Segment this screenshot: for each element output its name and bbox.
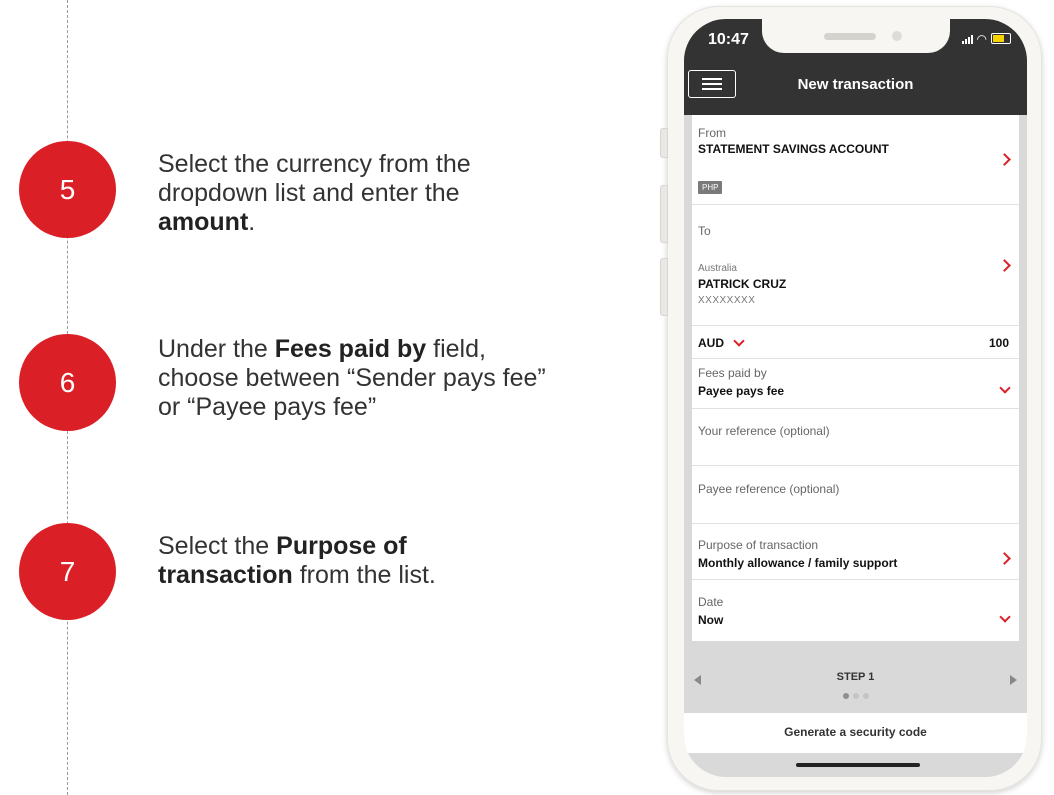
to-payee-selector[interactable]: To Australia PATRICK CRUZ XXXXXXXX: [692, 205, 1019, 326]
purpose-label: Purpose of transaction: [698, 538, 819, 552]
your-reference-input[interactable]: Your reference (optional): [692, 409, 1019, 466]
step-5-instruction: Select the currency from the dropdown li…: [158, 150, 538, 237]
next-step-arrow-icon[interactable]: [1010, 675, 1017, 685]
chevron-down-icon: [999, 611, 1011, 623]
currency-amount-row: AUD 100: [692, 326, 1019, 359]
step-dot: [852, 693, 859, 699]
phone-screen: 10:47 ◠ New transaction From STATEMENT S…: [684, 19, 1027, 777]
step-dot-active: [842, 693, 849, 699]
phone-notch: [762, 19, 950, 53]
battery-icon: [991, 33, 1011, 44]
payee-reference-placeholder: Payee reference (optional): [698, 482, 840, 496]
step-6-instruction: Under the Fees paid by field, choose bet…: [158, 335, 568, 422]
chevron-right-icon: [998, 259, 1011, 272]
camera-icon: [892, 31, 902, 41]
date-label: Date: [698, 595, 724, 609]
speaker-grille: [824, 33, 876, 40]
step-6-badge: 6: [19, 334, 116, 431]
status-icons: ◠: [961, 31, 1011, 46]
wifi-icon: ◠: [976, 31, 987, 46]
purpose-value: Monthly allowance / family support: [698, 556, 898, 570]
step-5-badge: 5: [19, 141, 116, 238]
page-title: New transaction: [797, 76, 914, 93]
payee-reference-input[interactable]: Payee reference (optional): [692, 466, 1019, 524]
to-label: To: [698, 224, 711, 238]
step-number: 6: [59, 366, 76, 398]
chevron-down-icon: [999, 382, 1011, 394]
chevron-right-icon: [998, 153, 1011, 166]
home-indicator: [796, 763, 920, 767]
transaction-form: From STATEMENT SAVINGS ACCOUNT PHP To Au…: [692, 115, 1019, 641]
mute-switch: [660, 128, 668, 158]
payee-country: Australia: [698, 263, 737, 274]
step-7-badge: 7: [19, 523, 116, 620]
instruction-text: Under the: [158, 335, 275, 363]
security-button-label: Generate a security code: [784, 725, 927, 739]
date-value: Now: [698, 613, 724, 627]
status-time: 10:47: [708, 31, 749, 48]
step-number: 7: [59, 555, 76, 587]
payee-account-number: XXXXXXXX: [698, 295, 756, 306]
step-label: STEP 1: [836, 671, 875, 683]
step-carousel: STEP 1: [684, 641, 1027, 713]
chevron-down-icon[interactable]: [733, 335, 745, 347]
fees-value: Payee pays fee: [698, 384, 785, 398]
instruction-text-end: .: [248, 208, 256, 236]
generate-security-code-button[interactable]: Generate a security code: [684, 713, 1027, 753]
purpose-selector[interactable]: Purpose of transaction Monthly allowance…: [692, 524, 1019, 580]
amount-input[interactable]: 100: [989, 336, 1009, 350]
fees-paid-by-dropdown[interactable]: Fees paid by Payee pays fee: [692, 359, 1019, 409]
instruction-text-end: from the list.: [292, 561, 436, 589]
date-dropdown[interactable]: Date Now: [692, 580, 1019, 641]
volume-down-button: [660, 258, 668, 316]
from-account-selector[interactable]: From STATEMENT SAVINGS ACCOUNT PHP: [692, 115, 1019, 205]
currency-badge: PHP: [698, 181, 723, 194]
signal-icon: [961, 34, 973, 44]
app-header: 10:47 ◠ New transaction: [684, 19, 1027, 115]
instruction-emphasis: Fees paid by: [274, 335, 427, 363]
step-number: 5: [59, 173, 76, 205]
from-label: From: [698, 126, 726, 140]
currency-dropdown[interactable]: AUD: [698, 336, 724, 350]
step-7-instruction: Select the Purpose of transaction from t…: [158, 532, 488, 590]
instruction-text: Select the currency from the dropdown li…: [158, 150, 471, 207]
currency-value: AUD: [698, 336, 724, 350]
from-account-name: STATEMENT SAVINGS ACCOUNT: [698, 142, 889, 156]
fees-label: Fees paid by: [698, 366, 767, 380]
step-indicator-dots: [684, 693, 1027, 699]
instruction-emphasis: amount: [158, 208, 249, 236]
payee-name: PATRICK CRUZ: [698, 277, 787, 291]
volume-up-button: [660, 185, 668, 243]
chevron-right-icon: [998, 552, 1011, 565]
instruction-text: Select the: [158, 532, 277, 560]
your-reference-placeholder: Your reference (optional): [698, 424, 830, 438]
step-dot: [862, 693, 869, 699]
